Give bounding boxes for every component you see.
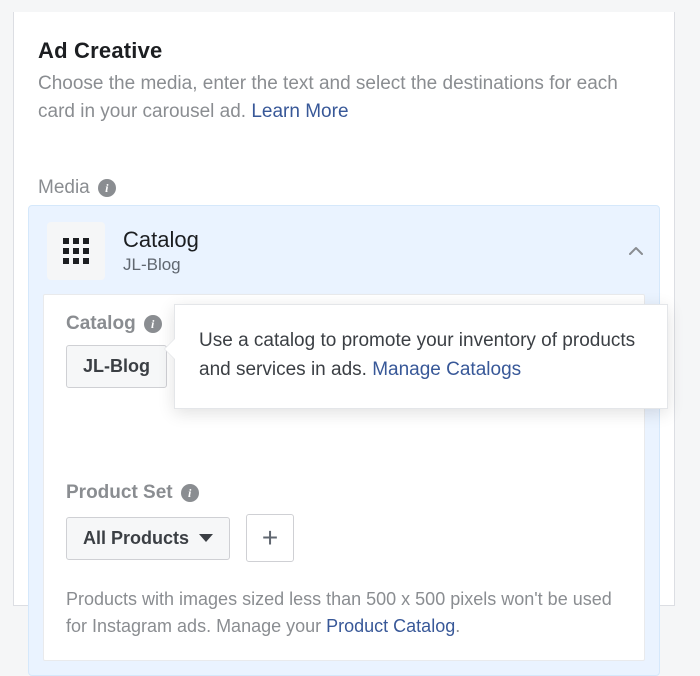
product-set-dropdown[interactable]: All Products xyxy=(66,517,230,560)
catalog-title: Catalog xyxy=(123,227,199,253)
learn-more-link[interactable]: Learn More xyxy=(251,101,348,122)
catalog-dropdown[interactable]: JL-Blog xyxy=(66,345,167,388)
catalog-tile xyxy=(47,222,105,280)
product-helper-text: Products with images sized less than 500… xyxy=(66,586,622,640)
product-helper-post: . xyxy=(455,616,460,636)
grid-icon xyxy=(63,238,89,264)
catalog-panel: Catalog JL-Blog Catalog i JL-Blog xyxy=(28,205,660,676)
catalog-header[interactable]: Catalog JL-Blog xyxy=(29,206,659,294)
media-label: Media xyxy=(38,177,90,199)
catalog-dropdown-value: JL-Blog xyxy=(83,356,150,377)
catalog-title-group: Catalog JL-Blog xyxy=(123,227,199,275)
section-subtitle: Choose the media, enter the text and sel… xyxy=(14,70,674,141)
catalog-label: Catalog xyxy=(66,313,136,335)
caret-down-icon xyxy=(199,534,213,542)
catalog-tooltip: Use a catalog to promote your inventory … xyxy=(174,304,668,409)
product-set-label-row: Product Set i xyxy=(66,482,622,504)
section-title: Ad Creative xyxy=(14,12,674,70)
product-set-label: Product Set xyxy=(66,482,173,504)
info-icon[interactable]: i xyxy=(144,315,162,333)
chevron-up-icon[interactable] xyxy=(629,244,643,258)
info-icon[interactable]: i xyxy=(181,484,199,502)
tooltip-arrow-icon xyxy=(165,339,175,359)
product-catalog-link[interactable]: Product Catalog xyxy=(326,616,455,636)
media-label-row: Media i xyxy=(14,141,674,205)
add-product-set-button[interactable]: + xyxy=(246,514,294,562)
product-set-dropdown-value: All Products xyxy=(83,528,189,549)
manage-catalogs-link[interactable]: Manage Catalogs xyxy=(372,359,521,380)
catalog-subtitle: JL-Blog xyxy=(123,255,199,275)
info-icon[interactable]: i xyxy=(98,179,116,197)
